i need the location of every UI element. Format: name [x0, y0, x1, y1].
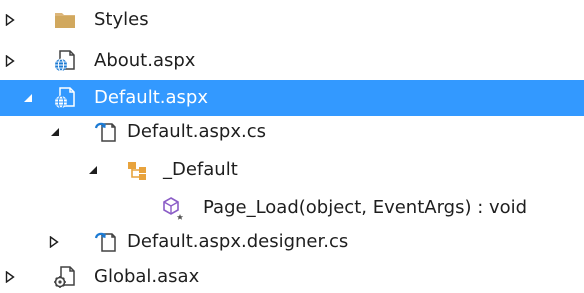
folder-icon: [53, 8, 77, 32]
collapse-arrow-icon[interactable]: [85, 152, 101, 188]
tree-item-about-aspx[interactable]: About.aspx: [0, 43, 584, 79]
expand-arrow-icon[interactable]: [46, 224, 62, 260]
tree-item-default-aspx[interactable]: Default.aspx: [0, 80, 584, 116]
tree-item-label: Default.aspx: [94, 87, 208, 108]
aspx-web-form-icon: [53, 86, 77, 110]
tree-item-label: _Default: [163, 159, 238, 180]
tree-item-styles[interactable]: Styles: [0, 2, 584, 38]
csharp-file-icon: [94, 120, 118, 144]
tree-item-default-aspx-designer-cs[interactable]: Default.aspx.designer.cs: [0, 224, 584, 260]
aspx-web-form-icon: [53, 49, 77, 73]
tree-item-label: Global.asax: [94, 266, 200, 287]
expand-arrow-icon[interactable]: [2, 43, 18, 79]
solution-explorer-tree: Styles About.aspx Default.aspx Default.a…: [0, 0, 584, 293]
tree-item-default-aspx-cs[interactable]: Default.aspx.cs: [0, 114, 584, 150]
asax-file-icon: [53, 265, 77, 289]
class-icon: [126, 158, 150, 182]
tree-item-label: About.aspx: [94, 50, 196, 71]
collapse-arrow-icon[interactable]: [20, 80, 36, 116]
tree-item-label: Styles: [94, 9, 149, 30]
tree-item-default-class[interactable]: _Default: [0, 152, 584, 188]
tree-item-label: Page_Load(object, EventArgs) : void: [203, 197, 528, 218]
tree-item-page-load-method[interactable]: Page_Load(object, EventArgs) : void: [0, 190, 584, 226]
tree-item-global-asax[interactable]: Global.asax: [0, 259, 584, 293]
expand-arrow-icon[interactable]: [2, 259, 18, 293]
method-icon: [161, 196, 185, 220]
collapse-arrow-icon[interactable]: [47, 114, 63, 150]
tree-item-label: Default.aspx.designer.cs: [127, 231, 349, 252]
csharp-file-icon: [94, 230, 118, 254]
tree-item-label: Default.aspx.cs: [127, 121, 266, 142]
expand-arrow-icon[interactable]: [2, 2, 18, 38]
